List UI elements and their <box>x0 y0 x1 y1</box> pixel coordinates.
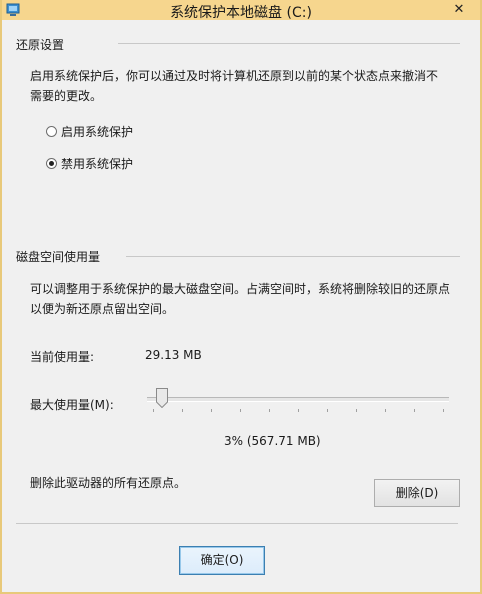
delete-restore-points-text: 删除此驱动器的所有还原点。 <box>30 476 187 490</box>
max-usage-value: 3% (567.71 MB) <box>224 434 321 448</box>
slider-tick <box>269 409 270 412</box>
disk-usage-heading: 磁盘空间使用量 <box>16 250 101 264</box>
slider-tick <box>182 409 183 412</box>
slider-tick <box>240 409 241 412</box>
close-button[interactable]: ✕ <box>444 2 474 18</box>
slider-tick <box>443 409 444 412</box>
radio-enable-protection[interactable]: 启用系统保护 <box>46 123 133 139</box>
current-usage-label: 当前使用量: <box>30 350 95 364</box>
max-usage-label: 最大使用量(M): <box>30 398 114 412</box>
max-usage-slider-thumb[interactable] <box>156 388 168 408</box>
restore-settings-description: 启用系统保护后，你可以通过及时将计算机还原到以前的某个状态点来撤消不需要的更改。 <box>30 69 439 103</box>
slider-tick <box>153 409 154 412</box>
close-icon: ✕ <box>453 2 465 17</box>
restore-settings-divider <box>118 43 460 44</box>
slider-tick <box>356 409 357 412</box>
slider-tick <box>211 409 212 412</box>
disk-usage-divider <box>126 256 460 257</box>
current-usage-value: 29.13 MB <box>145 348 202 362</box>
delete-button[interactable]: 删除(D) <box>374 479 460 507</box>
slider-tick <box>414 409 415 412</box>
radio-disable-protection[interactable]: 禁用系统保护 <box>46 155 133 171</box>
radio-label: 启用系统保护 <box>61 124 134 139</box>
system-protection-dialog: 系统保护本地磁盘 (C:) ✕ 还原设置 启用系统保护后，你可以通过及时将计算机… <box>0 0 482 594</box>
slider-tick <box>327 409 328 412</box>
slider-tick <box>385 409 386 412</box>
radio-button[interactable] <box>46 157 57 169</box>
footer-divider <box>16 523 458 524</box>
restore-settings-heading: 还原设置 <box>16 38 65 52</box>
radio-label: 禁用系统保护 <box>61 156 134 171</box>
max-usage-slider-track[interactable] <box>147 397 449 402</box>
disk-usage-description: 可以调整用于系统保护的最大磁盘空间。占满空间时，系统将删除较旧的还原点以便为新还… <box>30 282 451 316</box>
title-bar[interactable]: 系统保护本地磁盘 (C:) ✕ <box>2 0 480 21</box>
window-title: 系统保护本地磁盘 (C:) <box>170 5 312 21</box>
radio-button[interactable] <box>46 125 57 137</box>
slider-tick <box>298 409 299 412</box>
ok-button[interactable]: 确定(O) <box>179 546 265 575</box>
